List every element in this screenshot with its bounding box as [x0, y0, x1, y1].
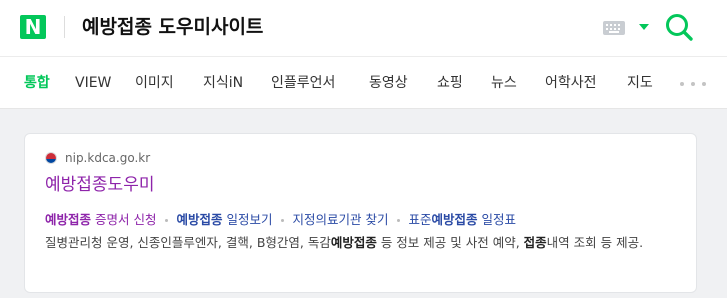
naver-logo[interactable]: N: [20, 15, 46, 39]
tab-all[interactable]: 통합: [24, 57, 50, 109]
result-description: 질병관리청 운영, 신종인플루엔자, 결핵, B형간염, 독감예방접종 등 정보…: [45, 235, 644, 250]
tab-images[interactable]: 이미지: [135, 57, 174, 109]
tab-influencer[interactable]: 인플루언서: [271, 57, 335, 109]
keyboard-icon[interactable]: [603, 21, 625, 35]
tab-knowledge-in[interactable]: 지식iN: [203, 57, 243, 109]
sitelinks: 예방접종 증명서 신청 예방접종 일정보기 지정의료기관 찾기 표준예방접종 일정표: [45, 211, 516, 229]
sitelink-schedule[interactable]: 예방접종 일정보기: [176, 212, 272, 227]
search-icon[interactable]: [664, 12, 694, 42]
header-divider: [64, 16, 65, 38]
tab-dictionary[interactable]: 어학사전: [545, 57, 597, 109]
sitelink-standard-schedule[interactable]: 표준예방접종 일정표: [408, 212, 516, 227]
tab-news[interactable]: 뉴스: [491, 57, 517, 109]
chevron-down-icon[interactable]: [639, 24, 649, 30]
source-url[interactable]: nip.kdca.go.kr: [65, 150, 150, 166]
search-header: N 예방접종 도우미사이트: [0, 0, 727, 57]
site-favicon-icon: [45, 152, 57, 164]
sitelink-find-clinic[interactable]: 지정의료기관 찾기: [292, 212, 388, 227]
sitelink-separator: [165, 219, 169, 222]
search-tabs: 통합 VIEW 이미지 지식iN 인플루언서 동영상 쇼핑 뉴스 어학사전 지도: [0, 57, 727, 109]
logo-letter: N: [24, 15, 42, 39]
tab-video[interactable]: 동영상: [369, 57, 408, 109]
result-title-link[interactable]: 예방접종도우미: [45, 173, 154, 197]
tab-shopping[interactable]: 쇼핑: [437, 57, 463, 109]
more-tabs-icon[interactable]: [680, 82, 706, 86]
sitelink-certificate[interactable]: 예방접종 증명서 신청: [45, 212, 156, 227]
search-result-card: nip.kdca.go.kr 예방접종도우미 예방접종 증명서 신청 예방접종 일…: [24, 133, 697, 293]
tab-map[interactable]: 지도: [627, 57, 653, 109]
search-query-input[interactable]: 예방접종 도우미사이트: [82, 13, 263, 41]
sitelink-separator: [281, 219, 285, 222]
sitelink-separator: [397, 219, 401, 222]
tab-view[interactable]: VIEW: [75, 57, 111, 109]
